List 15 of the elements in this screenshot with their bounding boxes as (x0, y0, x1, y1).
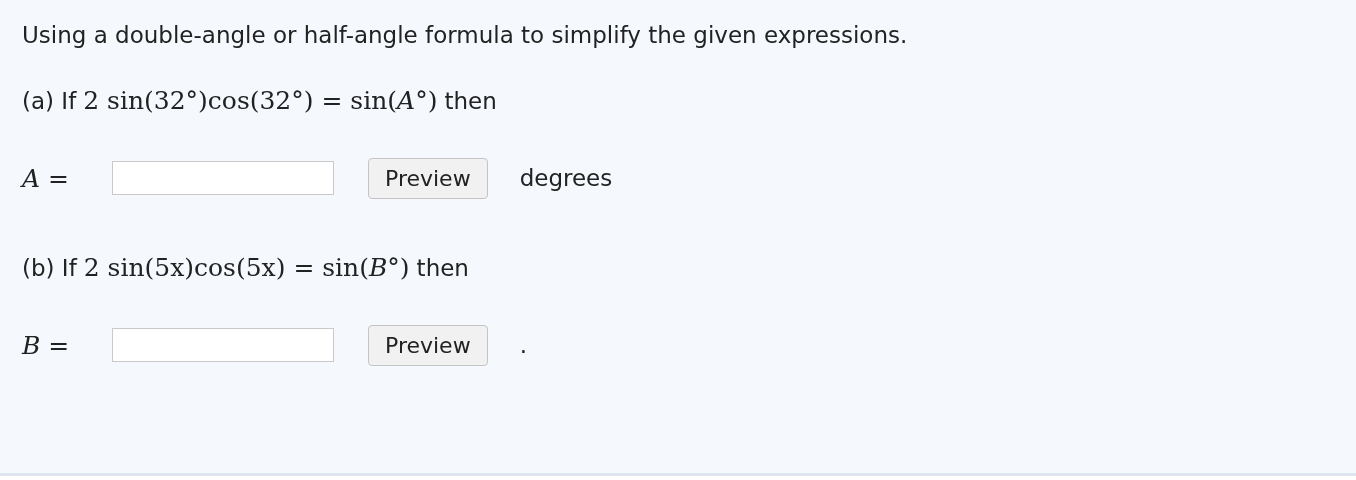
preview-button[interactable]: Preview (368, 324, 488, 366)
answer-field[interactable] (112, 328, 334, 362)
answer-label: A = (22, 163, 70, 193)
math-expression: 2 sin(32°)cos(32°) = sin(A°) (83, 86, 438, 115)
instructions-text: Using a double-angle or half-angle formula to simplify the given expressions. (22, 22, 909, 48)
preview-button[interactable]: Preview (368, 157, 488, 199)
unit-text: . (519, 332, 527, 358)
question-text: then (416, 255, 469, 281)
question-text: then (444, 88, 497, 114)
question-text: (a) If (22, 88, 77, 114)
answer-field[interactable] (112, 161, 334, 195)
answer-label: B = (22, 330, 71, 360)
math-expression: 2 sin(5x)cos(5x) = sin(B°) (83, 253, 410, 282)
question-text: (b) If (22, 255, 77, 281)
unit-text: degrees (519, 165, 613, 191)
